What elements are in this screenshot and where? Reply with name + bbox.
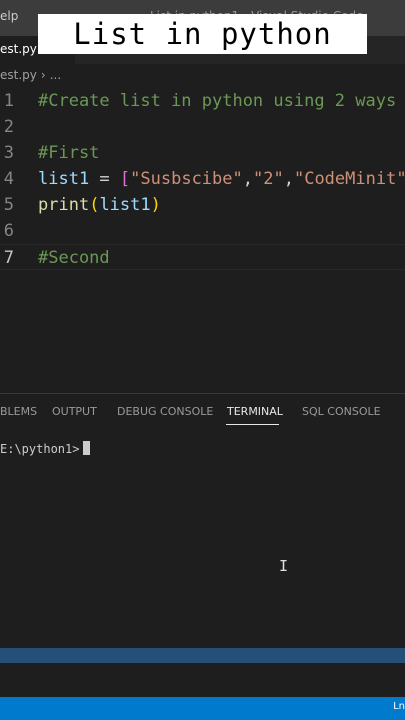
line-number: 4 <box>3 169 14 189</box>
code-comma: , <box>242 169 253 189</box>
code-line: 6 <box>0 218 405 244</box>
horizontal-scrollbar[interactable] <box>0 648 405 663</box>
terminal[interactable]: E:\python1> I <box>0 438 405 648</box>
breadcrumb-file[interactable]: est.py <box>0 68 37 82</box>
line-number: 5 <box>3 195 14 215</box>
code-operator: = <box>89 169 120 189</box>
code-line: 4 list1 = ["Susbscibe","2","CodeMinit" <box>0 166 405 192</box>
code-line: 3 #First <box>0 140 405 166</box>
active-tab-indicator <box>226 424 279 425</box>
chevron-right-icon: › <box>40 68 46 82</box>
status-line-indicator[interactable]: Ln <box>393 701 405 712</box>
code-function: print <box>38 195 90 215</box>
terminal-prompt: E:\python1> <box>0 441 91 456</box>
text-cursor-icon: I <box>279 557 289 575</box>
terminal-cursor <box>83 441 91 455</box>
code-string: "CodeMinit" <box>293 169 405 189</box>
line-number: 3 <box>3 143 14 163</box>
code-line: 1 #Create list in python using 2 ways <box>0 88 405 114</box>
video-caption: List in python <box>38 14 367 54</box>
line-number: 1 <box>3 91 14 111</box>
status-bar: Ln <box>0 697 405 720</box>
tab-label: est.py <box>0 42 37 56</box>
breadcrumb-more[interactable]: ... <box>50 68 61 82</box>
code-string: "Susbscibe" <box>130 169 243 189</box>
code-comment: #Second <box>38 248 110 268</box>
breadcrumb: est.py ›... <box>0 68 61 82</box>
terminal-prompt-text: E:\python1> <box>0 442 80 456</box>
code-bracket: [ <box>119 169 131 189</box>
code-variable: list1 <box>38 169 90 189</box>
code-comma: , <box>283 169 294 189</box>
tab-debug-console[interactable]: DEBUG CONSOLE <box>117 405 213 418</box>
code-argument: list1 <box>99 195 151 215</box>
menu-help[interactable]: elp <box>0 9 18 23</box>
line-number: 7 <box>3 248 14 268</box>
tab-output[interactable]: OUTPUT <box>52 405 97 418</box>
code-comment: #Create list in python using 2 ways <box>38 91 397 111</box>
tab-sql-console[interactable]: SQL CONSOLE <box>302 405 381 418</box>
code-comment: #First <box>38 143 100 163</box>
code-line: 2 <box>0 114 405 140</box>
code-paren: ( <box>89 195 100 215</box>
code-editor[interactable]: 1 #Create list in python using 2 ways 2 … <box>0 88 405 388</box>
panel-tabs: BLEMS OUTPUT DEBUG CONSOLE TERMINAL SQL … <box>0 396 405 426</box>
code-line: 5 print(list1) <box>0 192 405 218</box>
line-number: 6 <box>3 221 14 241</box>
panel-divider[interactable] <box>0 393 405 394</box>
tab-problems[interactable]: BLEMS <box>0 405 37 418</box>
line-number: 2 <box>3 117 14 137</box>
tab-terminal[interactable]: TERMINAL <box>227 405 283 418</box>
code-line-active: 7 #Second <box>0 244 405 270</box>
code-paren: ) <box>150 195 161 215</box>
code-string: "2" <box>253 169 284 189</box>
